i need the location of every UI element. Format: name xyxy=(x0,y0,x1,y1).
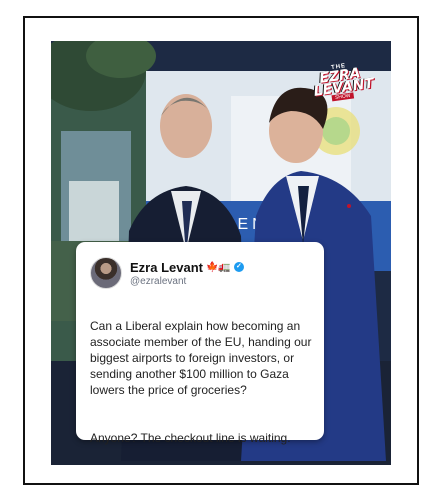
tweet-card: Ezra Levant 🍁🚛 ✓ @ezralevant Can a Liber… xyxy=(76,242,324,445)
tweet-paragraph-1: Can a Liberal explain how becoming an as… xyxy=(90,319,312,397)
tweet-header: Ezra Levant 🍁🚛 ✓ @ezralevant xyxy=(90,256,312,290)
avatar[interactable] xyxy=(90,257,122,289)
tweet-paragraph-2: Anyone? The checkout line is waiting. xyxy=(90,431,291,445)
author-emoji: 🍁🚛 xyxy=(205,261,231,273)
author-row: Ezra Levant 🍁🚛 ✓ xyxy=(130,260,244,275)
verified-badge-icon: ✓ xyxy=(233,262,244,272)
author-handle[interactable]: @ezralevant xyxy=(130,276,244,287)
show-logo: THE EZRA LEVANT SHOW xyxy=(310,60,375,107)
author-name[interactable]: Ezra Levant xyxy=(130,260,203,275)
tweet-text: Can a Liberal explain how becoming an as… xyxy=(90,302,312,478)
author-names: Ezra Levant 🍁🚛 ✓ @ezralevant xyxy=(130,260,244,287)
